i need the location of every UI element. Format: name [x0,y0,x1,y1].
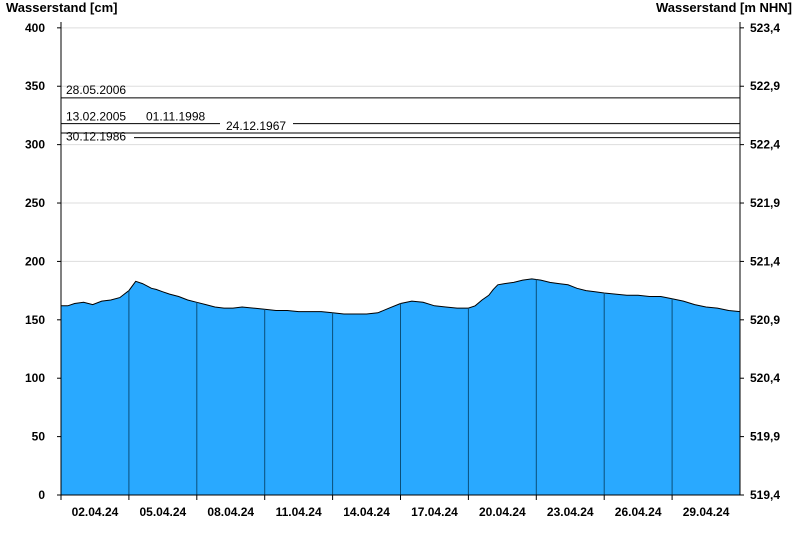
x-tick-label: 23.04.24 [547,505,594,519]
y-tick-label-left: 400 [25,21,45,35]
y-tick-label-left: 350 [25,79,45,93]
x-tick-label: 05.04.24 [139,505,186,519]
y-tick-label-right: 522,9 [750,79,780,93]
y-tick-label-right: 520,9 [750,313,780,327]
x-tick-label: 17.04.24 [411,505,458,519]
historic-level-label: 01.11.1998 [146,110,205,124]
y-tick-label-left: 200 [25,254,45,268]
y-tick-label-right: 519,9 [750,430,780,444]
historic-level-label: 28.05.2006 [66,83,126,97]
x-tick-label: 08.04.24 [207,505,254,519]
y-tick-label-left: 150 [25,313,45,327]
x-tick-label: 26.04.24 [615,505,662,519]
water-level-chart: 28.05.2006 13.02.2005 01.11.1998 24.12.1967… [25,21,780,519]
y-tick-label-left: 300 [25,138,45,152]
x-tick-label: 11.04.24 [276,505,322,519]
y-tick-label-right: 521,4 [750,254,780,268]
y-tick-label-right: 522,4 [750,138,780,152]
historic-level-label: 13.02.2005 [66,110,126,124]
y-tick-label-left: 0 [38,488,45,502]
y-tick-label-right: 519,4 [750,488,780,502]
historic-level-label: 24.12.1967 [226,119,286,133]
y-tick-label-left: 250 [25,196,45,210]
y-tick-label-right: 523,4 [750,21,780,35]
y-tick-label-right: 521,9 [750,196,780,210]
y-tick-label-left: 100 [25,371,45,385]
y-tick-label-right: 520,4 [750,371,780,385]
x-tick-label: 29.04.24 [683,505,730,519]
x-tick-label: 20.04.24 [479,505,526,519]
x-tick-label: 02.04.24 [72,505,119,519]
x-tick-label: 14.04.24 [343,505,390,519]
y-tick-label-left: 50 [32,430,46,444]
annotation-layer: 28.05.2006 13.02.2005 01.11.1998 24.12.1967… [61,83,740,144]
historic-level-label: 30.12.1986 [66,130,126,144]
